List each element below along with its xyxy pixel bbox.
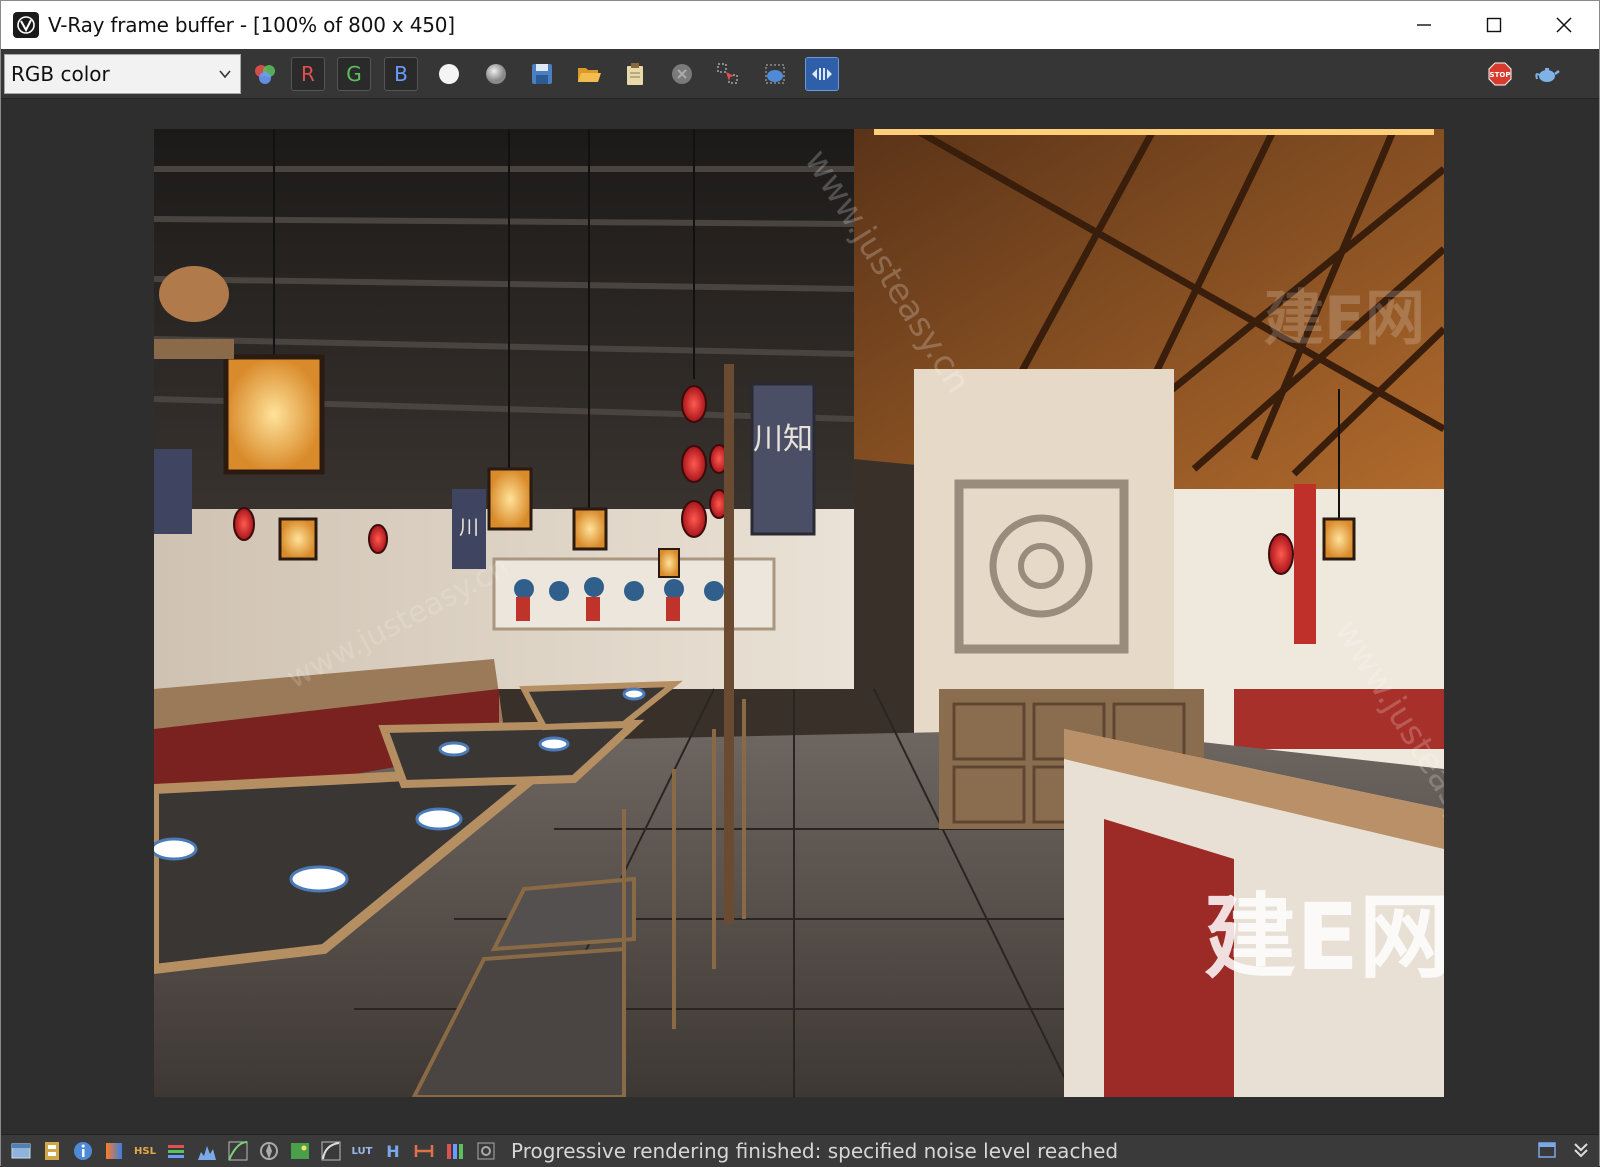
render-region-button[interactable]: [758, 57, 792, 91]
sliders-icon: [168, 1145, 184, 1158]
landscape-icon: [291, 1143, 309, 1159]
teapot-icon: [1535, 68, 1560, 82]
minimize-button[interactable]: [1389, 1, 1459, 49]
lens-effects-button[interactable]: [289, 1140, 311, 1162]
channel-dropdown-value: RGB color: [11, 62, 110, 86]
ab-compare-icon: [812, 68, 832, 80]
filmstrip-icon: [45, 1142, 59, 1160]
lens-curve-button[interactable]: [320, 1140, 342, 1162]
channel-dropdown[interactable]: RGB color: [4, 54, 241, 94]
vray-logo-icon: [13, 12, 39, 38]
gradient-icon: [106, 1143, 122, 1159]
svg-text:STOP: STOP: [1490, 71, 1511, 79]
window-title: V-Ray frame buffer - [100% of 800 x 450]: [48, 13, 455, 37]
compare-button[interactable]: [413, 1140, 435, 1162]
curves-button[interactable]: [227, 1140, 249, 1162]
watermark-logo-faint: 建E网: [1264, 284, 1425, 354]
maximize-icon: [1486, 17, 1502, 33]
h-button[interactable]: H: [382, 1140, 404, 1162]
teapot-region-icon: [765, 64, 785, 84]
restaurant-render-image: 川知 川 建E网 建E网 www.justeasy.cn www.justeas…: [154, 129, 1444, 1097]
vfb-window: V-Ray frame buffer - [100% of 800 x 450]…: [0, 0, 1600, 1167]
arc-icon: [321, 1141, 341, 1161]
hsl-button[interactable]: HSL: [134, 1140, 156, 1162]
blue-channel-button[interactable]: B: [384, 57, 418, 91]
chevron-down-icon: [219, 70, 231, 79]
load-image-button[interactable]: [572, 57, 606, 91]
rendered-image: 川知 川 建E网 建E网 www.justeasy.cn www.justeas…: [154, 129, 1444, 1097]
compare-ab-button[interactable]: [805, 57, 839, 91]
window-controls: [1389, 1, 1599, 49]
watermark-logo-large: 建E网: [1204, 884, 1444, 991]
color-channels-button[interactable]: [248, 57, 282, 91]
render-viewport[interactable]: 川知 川 建E网 建E网 www.justeasy.cn www.justeas…: [1, 99, 1599, 1134]
bars-icon: [447, 1144, 463, 1159]
bracket-icon: [414, 1145, 434, 1157]
stamp-button[interactable]: [444, 1140, 466, 1162]
cursor-region-icon: [717, 63, 738, 84]
levels-button[interactable]: [196, 1140, 218, 1162]
white-circle-icon: [439, 64, 459, 84]
close-icon: [1556, 17, 1572, 33]
info-icon: [74, 1142, 92, 1160]
stop-render-button[interactable]: STOP: [1483, 57, 1517, 91]
toolbar: RGB color R G B STOP: [1, 49, 1599, 99]
banner-left-text: 川: [459, 515, 479, 539]
save-image-button[interactable]: [525, 57, 559, 91]
gray-circle-icon: [486, 64, 506, 84]
background-button[interactable]: [258, 1140, 280, 1162]
minimize-icon: [1417, 24, 1431, 26]
maximize-button[interactable]: [1459, 1, 1529, 49]
folder-open-icon: [578, 68, 601, 82]
clear-circle-icon: [672, 64, 692, 84]
window-icon: [11, 1143, 31, 1159]
track-mouse-button[interactable]: [711, 57, 745, 91]
mono-button[interactable]: [479, 57, 513, 91]
close-button[interactable]: [1529, 1, 1599, 49]
color-balance-button[interactable]: [165, 1140, 187, 1162]
alpha-white-button[interactable]: [432, 57, 466, 91]
aperture-icon: [260, 1142, 278, 1160]
curve-icon: [228, 1141, 248, 1161]
settings-button[interactable]: [475, 1140, 497, 1162]
rgb-circles-icon: [255, 65, 275, 84]
copy-clipboard-button[interactable]: [618, 57, 652, 91]
double-chevron-down-icon[interactable]: [1571, 1140, 1591, 1160]
render-button[interactable]: [1530, 57, 1564, 91]
histogram-icon: [198, 1146, 216, 1160]
clipboard-icon: [627, 63, 643, 85]
window-layout-icon[interactable]: [1537, 1140, 1557, 1160]
exposure-button[interactable]: [103, 1140, 125, 1162]
green-channel-button[interactable]: G: [337, 57, 371, 91]
lut-button[interactable]: LUT: [351, 1140, 373, 1162]
banner-right-text: 川知: [753, 422, 813, 457]
render-elements-button[interactable]: [41, 1140, 63, 1162]
status-message: Progressive rendering finished: specifie…: [511, 1139, 1119, 1163]
floppy-disk-icon: [532, 64, 552, 84]
gear-icon: [477, 1142, 495, 1160]
title-bar[interactable]: V-Ray frame buffer - [100% of 800 x 450]: [1, 1, 1599, 49]
status-bar: HSL LUT H Progressive rendering finished…: [1, 1134, 1599, 1167]
info-button[interactable]: [72, 1140, 94, 1162]
red-channel-button[interactable]: R: [291, 57, 325, 91]
stop-sign-icon: STOP: [1488, 62, 1512, 86]
clear-image-button[interactable]: [665, 57, 699, 91]
history-window-button[interactable]: [10, 1140, 32, 1162]
